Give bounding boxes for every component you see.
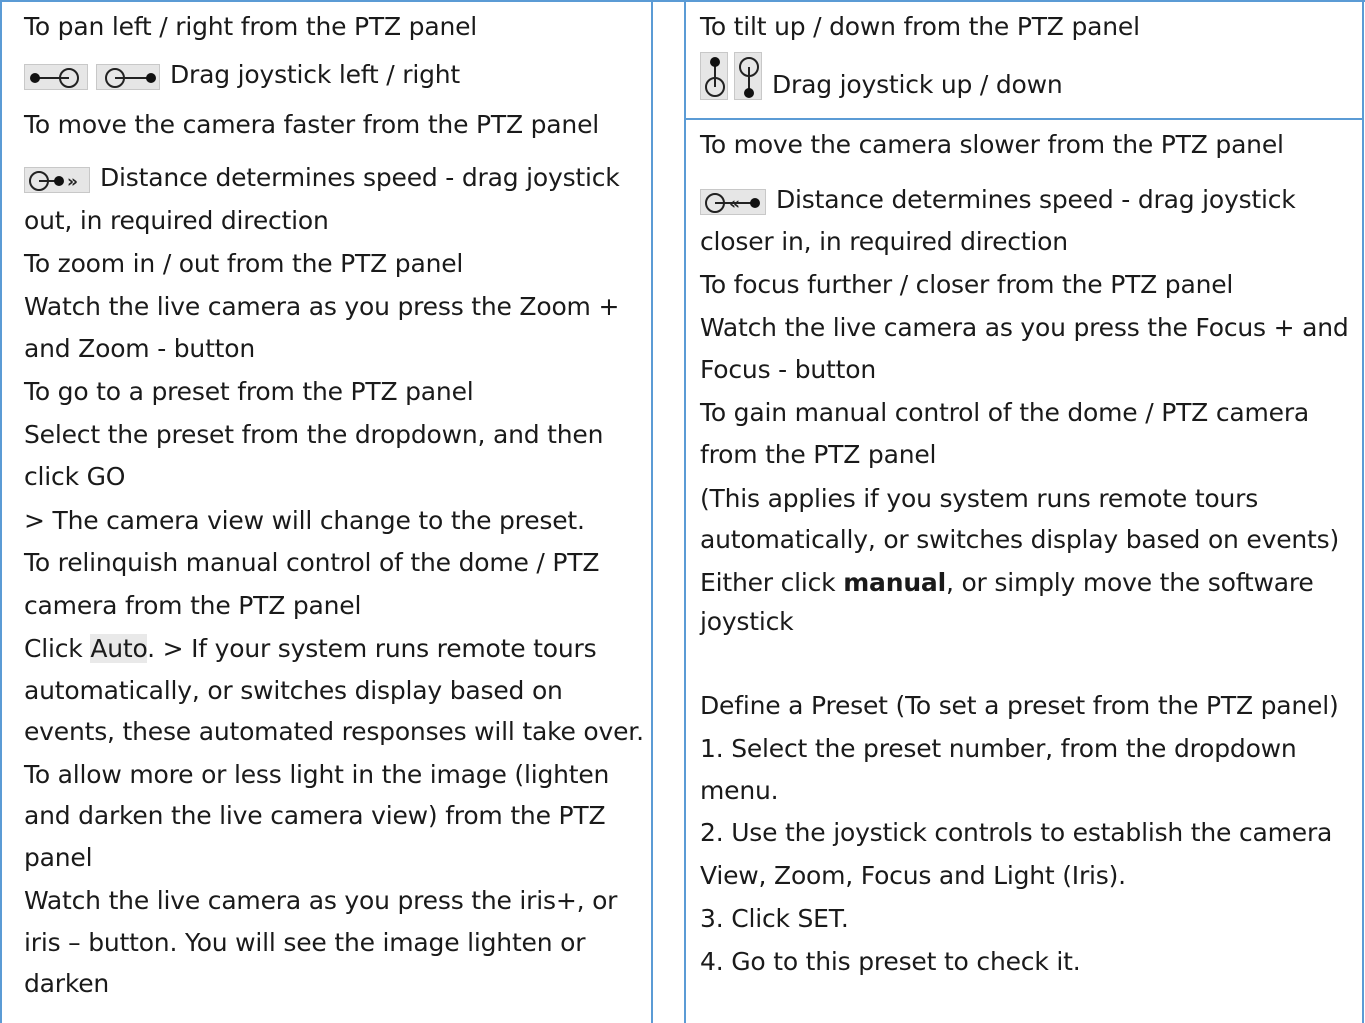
- light-text-2: iris – button. You will see the image li…: [24, 928, 586, 957]
- manual-either: Either click: [700, 568, 844, 597]
- zoom-text-1: Watch the live camera as you press the Z…: [24, 292, 620, 321]
- slower-text-1: Distance determines speed - drag joystic…: [776, 185, 1296, 214]
- define-heading: Define a Preset (To set a preset from th…: [700, 691, 1339, 720]
- top-border: [0, 0, 1365, 2]
- faster-heading: To move the camera faster from the PTZ p…: [24, 110, 599, 139]
- relinquish-text-2: automatically, or switches display based…: [24, 676, 563, 705]
- slower-icon: «: [700, 189, 766, 215]
- manual-heading-1: To gain manual control of the dome / PTZ…: [700, 398, 1310, 427]
- pan-left-icon: [24, 64, 88, 90]
- tilt-down-icon: [734, 52, 762, 100]
- auto-label: Auto: [90, 634, 148, 663]
- focus-text-2: Focus - button: [700, 355, 876, 384]
- column-divider-left: [651, 0, 653, 1023]
- focus-text-1: Watch the live camera as you press the F…: [700, 313, 1349, 342]
- right-border: [1362, 0, 1364, 1023]
- light-heading-1: To allow more or less light in the image…: [24, 760, 610, 789]
- manual-rest: , or simply move the software: [945, 568, 1314, 597]
- faster-row: » Distance determines speed - drag joyst…: [24, 163, 620, 193]
- relinquish-heading-2: camera from the PTZ panel: [24, 591, 362, 620]
- pan-text: Drag joystick left / right: [170, 60, 460, 89]
- step-3: 3. Click SET.: [700, 904, 849, 933]
- light-text-3: darken: [24, 969, 110, 998]
- zoom-text-2: and Zoom - button: [24, 334, 256, 363]
- light-heading-2: and darken the live camera view) from th…: [24, 801, 606, 830]
- step-2b: View, Zoom, Focus and Light (Iris).: [700, 861, 1126, 890]
- manual-keyword: manual: [843, 568, 946, 597]
- relinquish-text-3: events, these automated responses will t…: [24, 717, 644, 746]
- slower-row: « Distance determines speed - drag joyst…: [700, 185, 1296, 215]
- left-border: [0, 0, 2, 1023]
- slower-heading: To move the camera slower from the PTZ p…: [700, 130, 1284, 159]
- manual-text-1: (This applies if you system runs remote …: [700, 484, 1259, 513]
- tilt-heading: To tilt up / down from the PTZ panel: [700, 12, 1140, 41]
- focus-heading: To focus further / closer from the PTZ p…: [700, 270, 1234, 299]
- pan-heading: To pan left / right from the PTZ panel: [24, 12, 478, 41]
- tilt-up-icon: [700, 52, 728, 100]
- manual-heading-2: from the PTZ panel: [700, 440, 937, 469]
- faster-text-2: out, in required direction: [24, 206, 329, 235]
- relinquish-text-1: . > If your system runs remote tours: [147, 634, 597, 663]
- slower-text-2: closer in, in required direction: [700, 227, 1068, 256]
- right-row-divider: [684, 118, 1364, 120]
- column-divider-right: [684, 0, 686, 1023]
- tilt-row: Drag joystick up / down: [700, 52, 1063, 100]
- relinquish-click: Click: [24, 634, 91, 663]
- light-text-1: Watch the live camera as you press the i…: [24, 886, 618, 915]
- step-1b: menu.: [700, 776, 779, 805]
- manual-text-4: joystick: [700, 607, 794, 636]
- pan-right-icon: [96, 64, 160, 90]
- step-1a: 1. Select the preset number, from the dr…: [700, 734, 1297, 763]
- manual-text-2: automatically, or switches display based…: [700, 525, 1340, 554]
- step-4: 4. Go to this preset to check it.: [700, 947, 1081, 976]
- svg-text:»: »: [67, 172, 78, 192]
- relinquish-heading-1: To relinquish manual control of the dome…: [24, 548, 600, 577]
- step-2a: 2. Use the joystick controls to establis…: [700, 818, 1333, 847]
- manual-line-3: Either click manual, or simply move the …: [700, 568, 1314, 598]
- preset-text-2: click GO: [24, 462, 126, 491]
- preset-text-3: > The camera view will change to the pre…: [24, 506, 585, 535]
- pan-row: Drag joystick left / right: [24, 60, 460, 90]
- relinquish-line-1: Click Auto. > If your system runs remote…: [24, 634, 597, 664]
- faster-text-1: Distance determines speed - drag joystic…: [100, 163, 620, 192]
- light-heading-3: panel: [24, 843, 93, 872]
- svg-text:«: «: [729, 194, 740, 214]
- faster-icon: »: [24, 167, 90, 193]
- preset-heading: To go to a preset from the PTZ panel: [24, 377, 474, 406]
- tilt-text: Drag joystick up / down: [772, 70, 1063, 99]
- zoom-heading: To zoom in / out from the PTZ panel: [24, 249, 464, 278]
- preset-text-1: Select the preset from the dropdown, and…: [24, 420, 604, 449]
